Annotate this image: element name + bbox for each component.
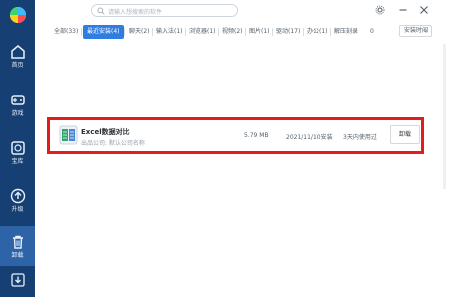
sidebar-item-label: 游戏 xyxy=(11,109,24,117)
tab-input[interactable]: 输入法(1) xyxy=(156,25,183,39)
tab-divider xyxy=(185,28,186,36)
tab-office[interactable]: 办公(1) xyxy=(307,25,328,39)
tab-video[interactable]: 视频(2) xyxy=(222,25,243,39)
tab-driver[interactable]: 驱动(17) xyxy=(276,25,300,39)
tab-divider xyxy=(272,28,273,36)
home-icon xyxy=(10,44,25,59)
vault-icon xyxy=(10,140,25,155)
app-row[interactable]: Excel数据对比 出品公司: 默认公司名称 5.79 MB 2021/11/1… xyxy=(47,117,424,154)
tab-divider xyxy=(81,28,82,36)
sidebar-item-vault[interactable]: 宝库 xyxy=(0,133,35,171)
sidebar-item-label: 卸载 xyxy=(11,251,24,259)
close-icon[interactable] xyxy=(419,5,429,15)
settings-icon[interactable] xyxy=(375,5,385,15)
app-name: Excel数据对比 xyxy=(81,128,130,136)
tab-browser[interactable]: 浏览器(1) xyxy=(189,25,216,39)
top-bar: 请输入想搜索的软件 xyxy=(35,0,450,22)
sort-dropdown[interactable]: 安装时间 xyxy=(399,25,432,37)
tab-chat[interactable]: 聊天(2) xyxy=(129,25,150,39)
minimize-icon[interactable] xyxy=(398,5,408,15)
tab-recent[interactable]: 最近安装(4) xyxy=(83,25,124,39)
sidebar-item-home[interactable]: 首页 xyxy=(0,37,35,75)
scrollbar[interactable] xyxy=(443,44,446,189)
install-date: 2021/11/10安装 xyxy=(286,134,333,141)
tab-divider xyxy=(245,28,246,36)
gamepad-icon xyxy=(10,94,25,105)
sidebar-item-label: 首页 xyxy=(11,61,24,69)
chevron-down-icon xyxy=(423,29,428,33)
sidebar: 首页 游戏 宝库 升级 卸载 xyxy=(0,0,35,297)
sidebar-item-label: 宝库 xyxy=(11,157,24,165)
search-placeholder: 请输入想搜索的软件 xyxy=(108,9,163,16)
trash-icon xyxy=(12,235,23,249)
tab-divider xyxy=(124,28,125,36)
upgrade-icon xyxy=(10,188,25,203)
last-used: 3天内使用过 xyxy=(343,134,377,141)
tab-divider xyxy=(303,28,304,36)
tab-divider xyxy=(330,28,331,36)
category-tabs: 全部(33) 最近安装(4) 聊天(2) 输入法(1) 浏览器(1) 视频(2)… xyxy=(44,25,450,39)
tab-image[interactable]: 图片(1) xyxy=(249,25,270,39)
tab-divider xyxy=(218,28,219,36)
app-size: 5.79 MB xyxy=(244,132,269,139)
download-icon xyxy=(10,273,25,287)
sidebar-item-upgrade[interactable]: 升级 xyxy=(0,181,35,219)
app-logo xyxy=(10,7,26,23)
sidebar-item-label: 升级 xyxy=(11,205,24,213)
sidebar-item-games[interactable]: 游戏 xyxy=(0,85,35,123)
uninstall-button[interactable]: 卸载 xyxy=(390,125,420,144)
tab-archive[interactable]: 解压刻录 xyxy=(334,25,358,39)
tab-all[interactable]: 全部(33) xyxy=(54,25,78,39)
tab-divider xyxy=(152,28,153,36)
sidebar-item-uninstall[interactable]: 卸载 xyxy=(0,226,35,266)
app-publisher: 出品公司: 默认公司名称 xyxy=(81,140,145,147)
sidebar-item-download[interactable] xyxy=(0,268,35,294)
search-icon xyxy=(97,7,105,15)
tab-other[interactable]: 0 xyxy=(370,25,374,39)
search-input[interactable]: 请输入想搜索的软件 xyxy=(91,4,238,17)
excel-compare-icon xyxy=(59,125,78,145)
